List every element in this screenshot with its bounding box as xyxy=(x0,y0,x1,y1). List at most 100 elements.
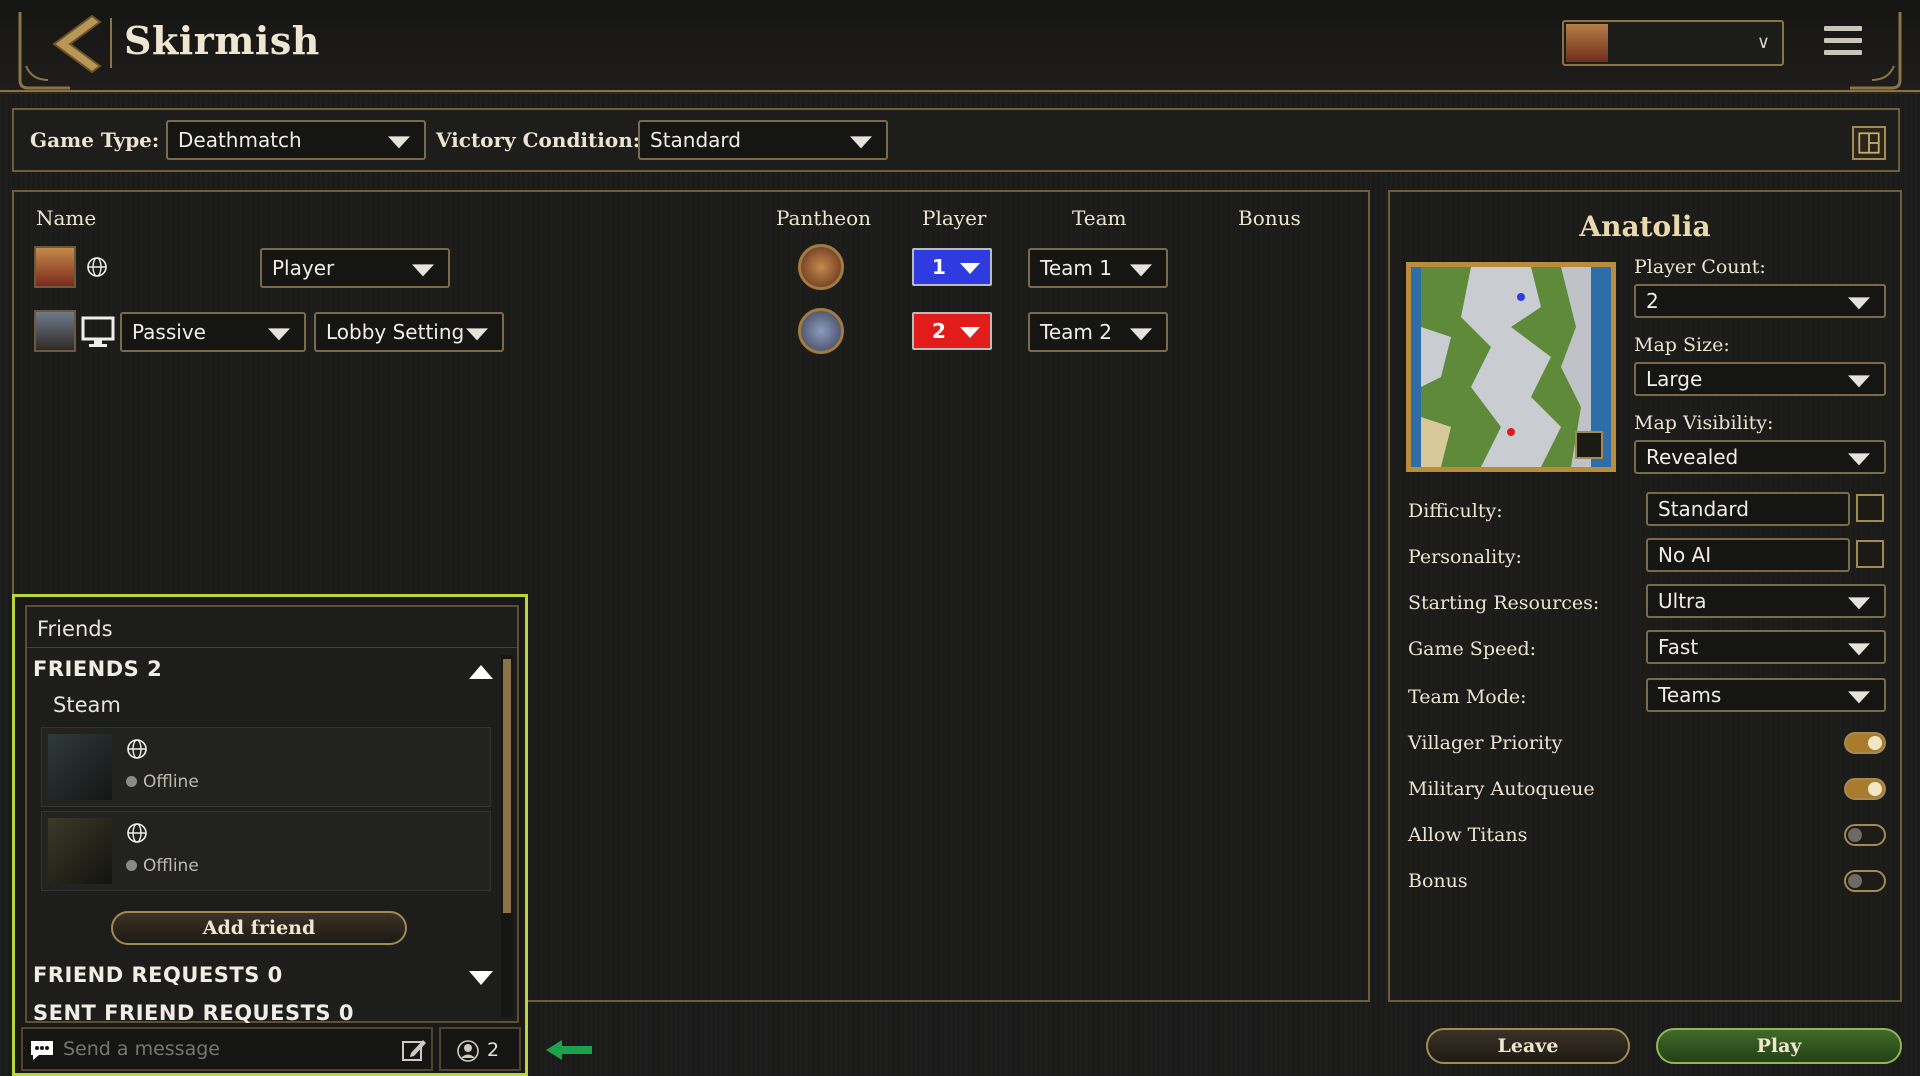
map-size-label: Map Size: xyxy=(1634,334,1730,356)
friends-panel: Friends FRIENDS 2 Steam Offline Offline … xyxy=(12,594,528,1076)
leave-button[interactable]: Leave xyxy=(1426,1028,1630,1064)
online-count-box[interactable]: 2 xyxy=(439,1027,521,1071)
person-icon xyxy=(457,1040,479,1062)
personality-edit-icon[interactable] xyxy=(1856,540,1884,568)
friend-requests-header[interactable]: FRIEND REQUESTS 0 xyxy=(33,963,283,987)
player-avatar xyxy=(34,246,76,288)
globe-icon xyxy=(127,823,147,843)
collapse-arrow-icon[interactable] xyxy=(467,663,495,681)
military-autoqueue-toggle[interactable] xyxy=(1844,778,1886,800)
difficulty-field[interactable]: Standard xyxy=(1646,492,1850,526)
difficulty-edit-icon[interactable] xyxy=(1856,494,1884,522)
pantheon-icon[interactable] xyxy=(798,308,844,354)
villager-priority-label: Villager Priority xyxy=(1408,732,1563,754)
game-type-label: Game Type: xyxy=(30,128,160,152)
game-speed-select[interactable]: Fast xyxy=(1646,630,1886,664)
team-select[interactable]: Team 1 xyxy=(1028,248,1168,288)
green-arrow-icon xyxy=(546,1040,592,1060)
map-thumbnail[interactable] xyxy=(1406,262,1616,472)
personality-field[interactable]: No AI xyxy=(1646,538,1850,572)
friend-status: Offline xyxy=(126,856,199,876)
allow-titans-toggle[interactable] xyxy=(1844,824,1886,846)
chat-input-box[interactable] xyxy=(21,1027,433,1071)
column-header-bonus: Bonus xyxy=(1238,206,1301,230)
globe-icon xyxy=(127,739,147,759)
online-count: 2 xyxy=(487,1039,500,1061)
play-button[interactable]: Play xyxy=(1656,1028,1902,1064)
player-type-value: Player xyxy=(272,256,335,280)
message-input[interactable] xyxy=(63,1035,383,1063)
back-arrow-icon[interactable] xyxy=(40,12,110,76)
sent-requests-clip: SENT FRIEND REQUESTS 0 xyxy=(27,1001,517,1023)
map-edit-icon[interactable] xyxy=(1575,431,1603,459)
map-visibility-select[interactable]: Revealed xyxy=(1634,440,1886,474)
team-value: Team 1 xyxy=(1040,256,1112,280)
bonus-label: Bonus xyxy=(1408,870,1468,892)
player-count-select[interactable]: 2 xyxy=(1634,284,1886,318)
chat-bubble-icon xyxy=(31,1041,53,1060)
personality-value: No AI xyxy=(1658,543,1712,567)
player-number: 2 xyxy=(932,319,946,343)
page-title: Skirmish xyxy=(124,18,320,63)
map-settings-panel: Anatolia Player Count: 2 Map Size: Large… xyxy=(1388,190,1902,1002)
scrollbar-thumb[interactable] xyxy=(503,659,511,913)
team-value: Team 2 xyxy=(1040,320,1112,344)
status-dot-icon xyxy=(126,860,137,871)
add-friend-button[interactable]: Add friend xyxy=(111,911,407,945)
victory-condition-select[interactable]: Standard xyxy=(638,120,888,160)
starting-resources-select[interactable]: Ultra xyxy=(1646,584,1886,618)
friend-status-text: Offline xyxy=(143,772,199,792)
victory-condition-value: Standard xyxy=(650,128,741,152)
status-dot-icon xyxy=(126,776,137,787)
difficulty-value: Standard xyxy=(1658,497,1749,521)
compose-icon[interactable] xyxy=(401,1037,427,1063)
game-type-value: Deathmatch xyxy=(178,128,302,152)
player-type-select[interactable]: Lobby Setting xyxy=(314,312,504,352)
military-autoqueue-label: Military Autoqueue xyxy=(1408,778,1595,800)
column-header-team: Team xyxy=(1072,206,1127,230)
player-color-select[interactable]: 1 xyxy=(912,248,992,286)
villager-priority-toggle[interactable] xyxy=(1844,732,1886,754)
ai-avatar xyxy=(34,310,76,352)
hamburger-menu-icon[interactable] xyxy=(1824,26,1862,58)
dropdown-arrow-icon xyxy=(1848,375,1870,388)
friend-avatar xyxy=(48,818,112,884)
friend-status-text: Offline xyxy=(143,856,199,876)
profile-dropdown[interactable]: ∨ xyxy=(1562,20,1784,66)
friend-entry[interactable]: Offline xyxy=(41,727,491,807)
column-header-player: Player xyxy=(922,206,987,230)
globe-icon xyxy=(87,257,107,277)
dropdown-arrow-icon xyxy=(960,327,980,338)
team-select[interactable]: Team 2 xyxy=(1028,312,1168,352)
layout-toggle-icon[interactable] xyxy=(1852,126,1886,160)
game-settings-bar: Game Type: Deathmatch Victory Condition:… xyxy=(12,108,1900,172)
friend-entry[interactable]: Offline xyxy=(41,811,491,891)
profile-avatar xyxy=(1566,24,1608,62)
expand-arrow-icon[interactable] xyxy=(467,969,495,987)
friends-section-header[interactable]: FRIENDS 2 xyxy=(33,657,162,681)
pantheon-icon[interactable] xyxy=(798,244,844,290)
player-type-select[interactable]: Player xyxy=(260,248,450,288)
team-mode-label: Team Mode: xyxy=(1408,686,1527,708)
scrollbar-track[interactable] xyxy=(501,655,513,1017)
map-size-select[interactable]: Large xyxy=(1634,362,1886,396)
dropdown-arrow-icon xyxy=(850,136,872,149)
top-header: Skirmish ∨ xyxy=(0,0,1920,92)
starting-resources-value: Ultra xyxy=(1658,589,1707,613)
dropdown-arrow-icon xyxy=(268,328,290,341)
column-header-pantheon: Pantheon xyxy=(776,206,872,230)
sent-requests-header[interactable]: SENT FRIEND REQUESTS 0 xyxy=(33,1001,354,1023)
title-divider xyxy=(110,18,112,68)
game-speed-label: Game Speed: xyxy=(1408,638,1537,660)
team-mode-select[interactable]: Teams xyxy=(1646,678,1886,712)
dropdown-arrow-icon xyxy=(466,328,488,341)
bonus-toggle[interactable] xyxy=(1844,870,1886,892)
game-type-select[interactable]: Deathmatch xyxy=(166,120,426,160)
player-type-value: Lobby Setting xyxy=(326,320,465,344)
player-color-select[interactable]: 2 xyxy=(912,312,992,350)
ai-behavior-value: Passive xyxy=(132,320,206,344)
dropdown-arrow-icon xyxy=(960,263,980,274)
starting-resources-label: Starting Resources: xyxy=(1408,592,1600,614)
dropdown-arrow-icon xyxy=(1848,597,1870,610)
ai-behavior-select[interactable]: Passive xyxy=(120,312,306,352)
